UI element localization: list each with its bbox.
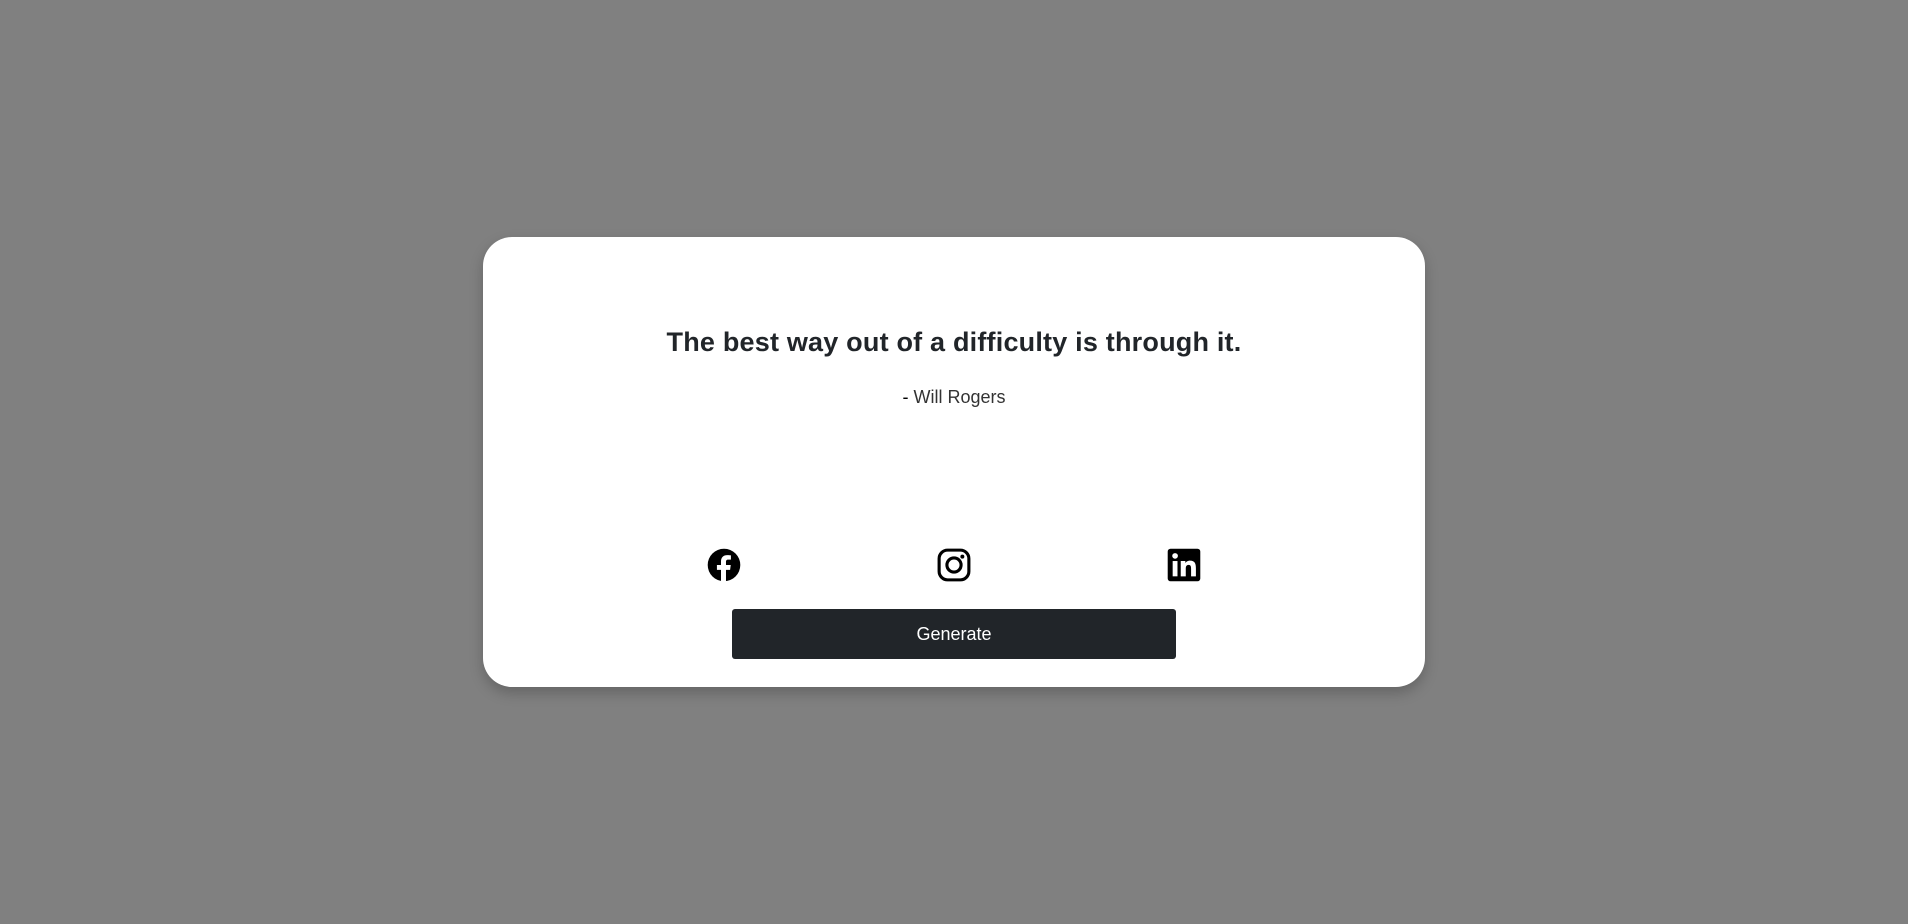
linkedin-link[interactable] [1167, 548, 1201, 582]
linkedin-icon [1167, 548, 1201, 582]
facebook-icon [707, 548, 741, 582]
quote-text: The best way out of a difficulty is thro… [666, 327, 1242, 357]
author-name: Will Rogers [913, 387, 1006, 407]
quote-card: The best way out of a difficulty is thro… [483, 237, 1425, 687]
instagram-icon [937, 548, 971, 582]
facebook-link[interactable] [707, 548, 741, 582]
quote-author: - Will Rogers [483, 387, 1425, 408]
author-dash: - [902, 387, 909, 407]
instagram-link[interactable] [937, 548, 971, 582]
generate-button[interactable]: Generate [732, 609, 1176, 659]
